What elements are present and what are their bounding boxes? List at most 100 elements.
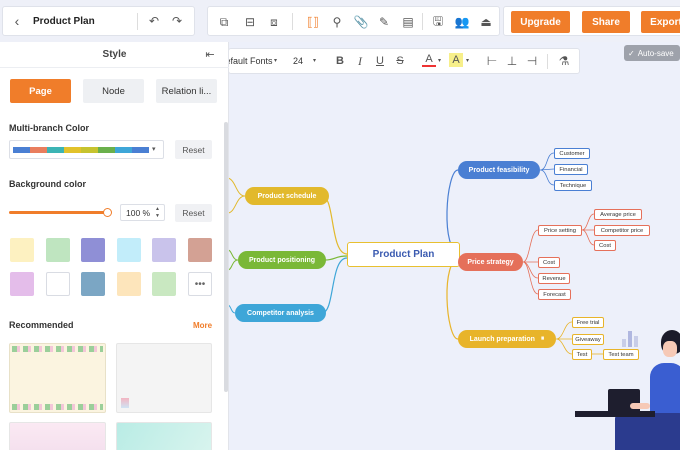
- save-icon[interactable]: 🖫: [430, 14, 446, 30]
- insert-topic-icon[interactable]: ⧉: [216, 14, 232, 30]
- template-thumbnail-teal[interactable]: [116, 422, 212, 450]
- leaf-forecast[interactable]: Forecast: [538, 289, 571, 300]
- underline-icon[interactable]: U: [373, 54, 387, 68]
- branch-color-segment: [13, 147, 30, 153]
- branch-color-segment: [64, 147, 81, 153]
- stepper-down-icon[interactable]: ▼: [155, 213, 160, 219]
- reset-background-button[interactable]: Reset: [175, 204, 212, 222]
- background-swatch[interactable]: [116, 238, 141, 262]
- dropdown-icon: ▾: [152, 146, 156, 153]
- branch-color-select[interactable]: ▾: [9, 140, 164, 159]
- background-swatch[interactable]: [10, 272, 34, 296]
- template-thumbnail-plain[interactable]: [116, 343, 212, 413]
- divider: [422, 13, 423, 30]
- background-swatch[interactable]: [81, 238, 105, 262]
- note-icon[interactable]: ✎: [376, 14, 392, 30]
- background-swatch[interactable]: [116, 272, 141, 296]
- font-color-icon[interactable]: A: [422, 53, 436, 67]
- person-illustration: [575, 325, 680, 450]
- divider: [292, 13, 293, 30]
- font-dropdown-icon[interactable]: ▾: [274, 57, 277, 64]
- share-button[interactable]: Share: [582, 11, 630, 33]
- attachment-icon[interactable]: 📎: [353, 14, 369, 30]
- multi-branch-color-heading: Multi-branch Color: [9, 123, 89, 133]
- insert-floating-icon[interactable]: ⧈: [266, 14, 282, 30]
- divider: [137, 13, 138, 30]
- highlight-dropdown-icon[interactable]: ▾: [466, 57, 469, 64]
- collaborators-icon[interactable]: 👥: [454, 14, 470, 30]
- autosave-label: Auto-save: [637, 48, 674, 58]
- insert-subtopic-icon[interactable]: ⊟: [242, 14, 258, 30]
- background-swatch[interactable]: [81, 272, 105, 296]
- more-link[interactable]: More: [193, 321, 212, 330]
- topic-price-strategy[interactable]: Price strategy: [458, 253, 523, 271]
- opacity-input[interactable]: 100 % ▲ ▼: [120, 204, 165, 221]
- background-swatch[interactable]: [45, 272, 70, 296]
- topic-launch-preparation[interactable]: Launch preparation ⏸: [458, 330, 556, 348]
- template-thumbnail-pink[interactable]: [9, 422, 106, 450]
- topic-product-feasibility[interactable]: Product feasibility: [458, 161, 540, 179]
- topic-product-positioning[interactable]: Product positioning: [238, 251, 326, 269]
- back-icon[interactable]: ‹: [9, 13, 25, 29]
- strikethrough-icon[interactable]: S: [393, 54, 407, 68]
- opacity-value: 100 %: [126, 208, 151, 218]
- leaf-average-price[interactable]: Average price: [594, 209, 642, 220]
- topic-product-schedule[interactable]: Product schedule: [245, 187, 329, 205]
- size-dropdown-icon[interactable]: ▾: [313, 57, 316, 64]
- relation-icon[interactable]: ⟦⟧: [305, 14, 321, 30]
- tab-page[interactable]: Page: [10, 79, 71, 103]
- template-thumbnail-floral[interactable]: [9, 343, 106, 413]
- layout-icon[interactable]: ▤: [400, 14, 416, 30]
- leaf-financial[interactable]: Financial: [554, 164, 588, 175]
- leaf-cost-sub[interactable]: Cost: [594, 240, 616, 251]
- align-center-icon[interactable]: ⊥: [505, 54, 519, 68]
- more-format-icon[interactable]: ⚗: [557, 54, 571, 68]
- panel-scrollbar[interactable]: [224, 122, 228, 392]
- stepper-up-icon[interactable]: ▲: [155, 206, 160, 212]
- leaf-price-setting[interactable]: Price setting: [538, 225, 582, 236]
- format-toolbar: Default Fonts ▾ 24 ▾ B I U S A ▾ A ▾ ⊢ ⊥…: [219, 48, 580, 74]
- insert-toolbar: ⧉ ⊟ ⧈ ⟦⟧ ⚲ 📎 ✎ ▤ 🖫 👥 ⏏: [207, 6, 500, 36]
- background-swatch[interactable]: [45, 238, 70, 262]
- topic-launch-label: Launch preparation: [469, 335, 535, 343]
- align-right-icon[interactable]: ⊣: [525, 54, 539, 68]
- branch-color-segment: [115, 147, 132, 153]
- background-swatch[interactable]: [152, 238, 176, 262]
- leaf-customer[interactable]: Customer: [554, 148, 590, 159]
- italic-icon[interactable]: I: [353, 54, 367, 68]
- opacity-slider-handle[interactable]: [103, 208, 112, 217]
- tab-relation-line[interactable]: Relation li...: [156, 79, 217, 103]
- font-color-dropdown-icon[interactable]: ▾: [438, 57, 441, 64]
- autosave-badge: ✓ Auto-save: [624, 45, 680, 61]
- check-icon: ✓: [628, 48, 635, 58]
- format-painter-icon[interactable]: ⚲: [329, 14, 345, 30]
- eject-icon[interactable]: ⏏: [478, 14, 494, 30]
- tab-node[interactable]: Node: [83, 79, 144, 103]
- export-button[interactable]: Export: [641, 11, 680, 33]
- leaf-revenue[interactable]: Revenue: [538, 273, 570, 284]
- highlight-icon[interactable]: A: [449, 53, 463, 67]
- collapse-panel-icon[interactable]: ⇤: [203, 47, 217, 61]
- font-size-select[interactable]: 24: [293, 56, 303, 66]
- undo-icon[interactable]: ↶: [146, 13, 162, 29]
- redo-icon[interactable]: ↷: [169, 13, 185, 29]
- background-swatch[interactable]: [187, 238, 212, 262]
- branch-color-strip: [13, 147, 149, 153]
- background-swatch[interactable]: [10, 238, 34, 262]
- background-swatch[interactable]: [152, 272, 176, 296]
- topic-competitor-analysis[interactable]: Competitor analysis: [235, 304, 326, 322]
- central-topic[interactable]: Product Plan: [347, 242, 460, 267]
- leaf-competitor-price[interactable]: Competitor price: [594, 225, 650, 236]
- align-left-icon[interactable]: ⊢: [485, 54, 499, 68]
- pencil-decoration: [121, 398, 129, 408]
- leaf-technique[interactable]: Technique: [554, 180, 592, 191]
- bold-icon[interactable]: B: [333, 54, 347, 68]
- upgrade-button[interactable]: Upgrade: [511, 11, 570, 33]
- collapse-icon[interactable]: ⏸: [541, 335, 545, 343]
- branch-color-segment: [98, 147, 115, 153]
- opacity-slider[interactable]: [9, 211, 110, 214]
- document-title[interactable]: Product Plan: [33, 16, 95, 27]
- more-colors-button[interactable]: •••: [188, 272, 212, 296]
- leaf-cost[interactable]: Cost: [538, 257, 560, 268]
- reset-branch-button[interactable]: Reset: [175, 140, 212, 159]
